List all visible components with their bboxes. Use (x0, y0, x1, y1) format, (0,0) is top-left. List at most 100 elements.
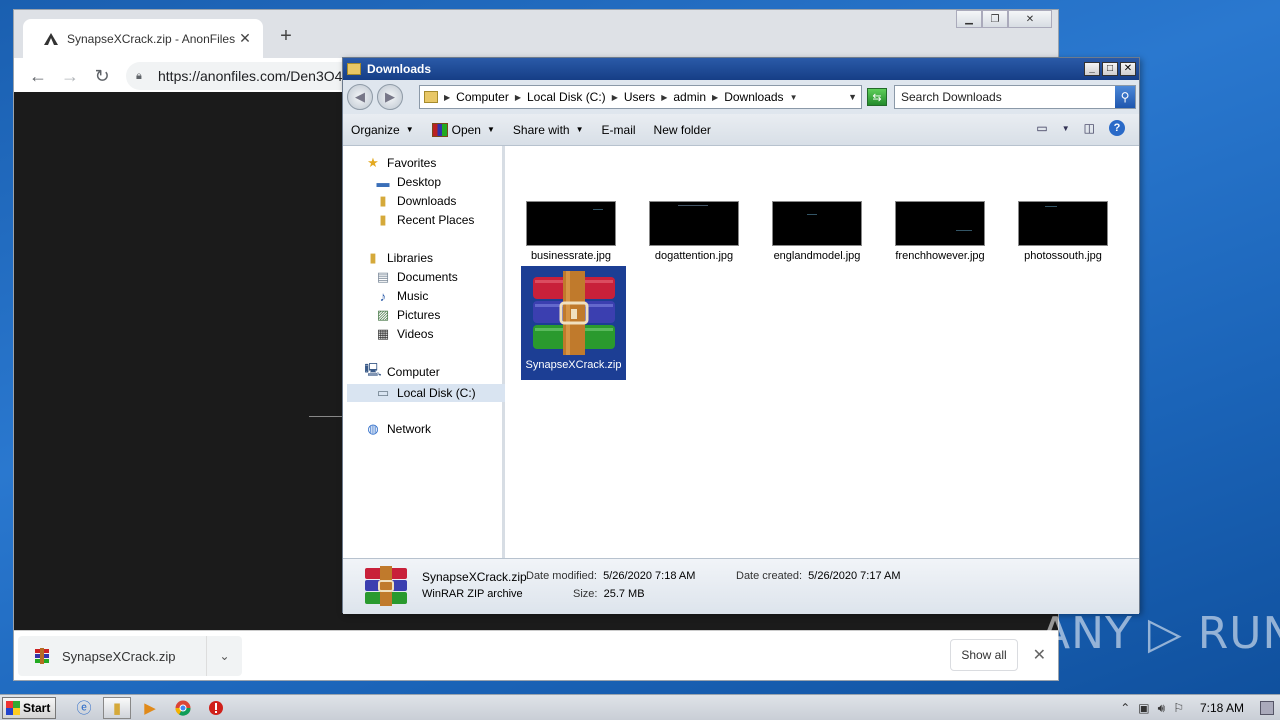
reload-icon[interactable]: ↻ (86, 62, 118, 90)
image-thumbnail (895, 201, 985, 246)
volume-icon[interactable]: 🔊︎ (1158, 701, 1166, 716)
forward-icon[interactable]: ▶ (377, 84, 403, 110)
browser-tab[interactable]: SynapseXCrack.zip - AnonFiles ✕ (23, 19, 263, 58)
nav-label: Music (397, 289, 429, 303)
media-player-icon[interactable]: ▶ (136, 697, 164, 719)
download-item[interactable]: SynapseXCrack.zip ⌄ (18, 636, 242, 676)
nav-videos[interactable]: ▦ Videos (375, 326, 434, 341)
breadcrumb-downloads[interactable]: Downloads (724, 90, 783, 104)
stop-icon[interactable] (202, 697, 230, 719)
file-item-selected[interactable]: SynapseXCrack.zip (521, 266, 626, 380)
minimize-button[interactable]: ▁ (956, 10, 982, 28)
address-bar[interactable]: ▶ Computer ▶ Local Disk (C:) ▶ Users ▶ a… (419, 85, 862, 109)
search-input[interactable]: Search Downloads (901, 90, 1115, 104)
winrar-archive-icon (365, 566, 407, 606)
file-item[interactable]: photossouth.jpg (1003, 201, 1123, 262)
folder-icon (347, 63, 361, 75)
clock[interactable]: 7:18 AM (1200, 701, 1244, 715)
forward-icon[interactable]: → (54, 62, 86, 90)
nav-computer[interactable]: 🖳︎ Computer (364, 362, 440, 379)
libraries-icon: ▮ (369, 250, 377, 265)
value: 5/26/2020 7:17 AM (808, 570, 901, 582)
new-tab-button[interactable]: + (274, 24, 298, 48)
explorer-taskbar-icon[interactable]: ▮ (103, 696, 131, 719)
file-item[interactable]: frenchhowever.jpg (880, 201, 1000, 262)
chrome-taskbar-icon[interactable] (169, 697, 197, 719)
minimize-button[interactable]: _ (1084, 62, 1100, 76)
network-tray-icon[interactable]: ▣ (1138, 701, 1149, 715)
nav-label: Local Disk (C:) (397, 386, 476, 400)
organize-button[interactable]: Organize ▼ (351, 123, 414, 137)
file-item[interactable]: businessrate.jpg (511, 201, 631, 262)
tab-close-icon[interactable]: ✕ (237, 30, 253, 47)
new-folder-button[interactable]: New folder (654, 123, 711, 137)
nav-local-disk[interactable]: ▭ Local Disk (C:) (347, 384, 505, 402)
nav-desktop[interactable]: ▬ Desktop (375, 175, 442, 190)
breadcrumb-users[interactable]: Users (624, 90, 655, 104)
internet-explorer-icon[interactable]: ⓔ (70, 697, 98, 719)
drive-icon: ▭ (376, 385, 390, 400)
email-button[interactable]: E-mail (602, 123, 636, 137)
breadcrumb-separator[interactable]: ▶ (515, 93, 521, 102)
label: Date modified: (526, 570, 597, 582)
close-button[interactable]: ✕ (1120, 62, 1136, 76)
action-center-flag-icon[interactable]: ⚐ (1173, 701, 1184, 715)
nav-downloads[interactable]: ▮ Downloads (375, 193, 456, 208)
file-name: photossouth.jpg (1024, 250, 1102, 262)
back-icon[interactable]: ◀ (347, 84, 373, 110)
nav-pictures[interactable]: ▨ Pictures (375, 307, 441, 322)
nav-network[interactable]: ◍ Network (365, 421, 431, 436)
navigation-pane: ★ Favorites ▬ Desktop ▮ Downloads ▮ Recent P… (343, 146, 505, 558)
back-icon[interactable]: ← (22, 62, 54, 90)
share-with-label: Share with (512, 122, 570, 137)
breadcrumb-separator[interactable]: ▶ (661, 93, 667, 102)
view-icon[interactable]: ▭ (1036, 121, 1047, 135)
breadcrumb-separator[interactable]: ▶ (612, 93, 618, 102)
recent-places-icon: ▮ (379, 212, 387, 227)
chevron-down-icon[interactable]: ▼ (1062, 124, 1070, 133)
command-bar: Organize ▼ Open ▼ Share with ▼ E-mail New f… (343, 114, 1139, 146)
show-all-button[interactable]: Show all (950, 639, 1018, 671)
share-with-button[interactable]: Share with ▼ (513, 123, 584, 137)
open-button[interactable]: Open ▼ (431, 122, 495, 137)
explorer-titlebar[interactable]: Downloads _ □ ✕ (343, 58, 1139, 80)
nav-recent-places[interactable]: ▮ Recent Places (375, 212, 474, 227)
address-dropdown-icon[interactable]: ▼ (848, 92, 857, 102)
nav-documents[interactable]: ▤ Documents (375, 269, 458, 284)
file-name: businessrate.jpg (530, 250, 612, 262)
file-item[interactable]: englandmodel.jpg (757, 201, 877, 262)
start-label: Start (23, 700, 51, 715)
anonfiles-favicon-icon (43, 31, 59, 47)
search-box[interactable]: Search Downloads ⚲ (894, 85, 1136, 109)
browser-window-controls: ▁ ❐ ✕ (956, 10, 1052, 28)
detail-date-modified: Date modified: 5/26/2020 7:18 AM (526, 570, 695, 582)
download-shelf: SynapseXCrack.zip ⌄ Show all ✕ (14, 630, 1058, 680)
refresh-icon[interactable]: ⇆ (867, 88, 887, 106)
preview-pane-icon[interactable]: ◫ (1084, 121, 1095, 135)
system-tray: ⌃ ▣ 🔊︎ ⚐ 7:18 AM (1120, 695, 1280, 720)
breadcrumb-admin[interactable]: admin (673, 90, 706, 104)
help-icon[interactable]: ? (1109, 120, 1125, 136)
start-button[interactable]: Start (2, 696, 56, 719)
breadcrumb-separator[interactable]: ▶ (444, 93, 450, 102)
label: Size: (573, 588, 598, 600)
chevron-down-icon[interactable]: ⌄ (206, 636, 242, 676)
breadcrumb-separator[interactable]: ▼ (790, 93, 798, 102)
restore-button[interactable]: ❐ (982, 10, 1008, 28)
breadcrumb-separator[interactable]: ▶ (712, 93, 718, 102)
nav-favorites[interactable]: ★ Favorites (365, 155, 436, 170)
view-controls: ▭ ▼ ◫ ? (1036, 120, 1125, 136)
search-icon[interactable]: ⚲ (1115, 86, 1135, 108)
maximize-button[interactable]: □ (1102, 62, 1118, 76)
show-hidden-icons-icon[interactable]: ⌃ (1120, 701, 1130, 715)
file-item[interactable]: dogattention.jpg (634, 201, 754, 262)
nav-music[interactable]: ♪ Music (375, 289, 429, 304)
nav-libraries[interactable]: ▮ Libraries (365, 250, 433, 265)
close-button[interactable]: ✕ (1008, 10, 1052, 28)
nav-label: Computer (387, 365, 440, 379)
breadcrumb-local-disk[interactable]: Local Disk (C:) (527, 90, 606, 104)
breadcrumb-computer[interactable]: Computer (456, 90, 509, 104)
image-thumbnail (649, 201, 739, 246)
pictures-icon: ▨ (376, 307, 390, 322)
show-desktop-button[interactable] (1260, 701, 1274, 715)
